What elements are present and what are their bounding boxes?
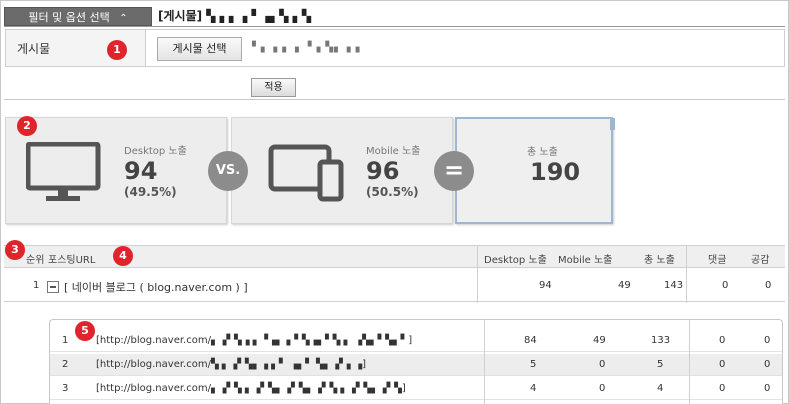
sub-row-url[interactable]: [http://blog.naver.com/▚ ▖▗▘▚▖▗ ▖▘ ▗▖▘ ▚… — [96, 359, 366, 370]
table-row[interactable]: 3 [http://blog.naver.com/▖▗▘▚ ▖▗▘▚▖▗▘▚▖▗… — [50, 378, 782, 400]
row-comments: 0 — [722, 280, 729, 291]
total-stat-card: 총 노출 190 — [455, 117, 613, 224]
row-likes: 0 — [765, 280, 772, 291]
sub-row-desktop: 4 — [530, 383, 537, 394]
sub-row-total: 4 — [657, 383, 664, 394]
header-total[interactable]: 총 노출 — [644, 251, 675, 266]
desktop-title: Desktop 노출 — [124, 146, 187, 157]
sub-row-likes: 0 — [764, 335, 771, 346]
tablet-phone-icon — [268, 144, 344, 202]
post-title: [게시물] ▚ ▖▖▗ ▘▗▖▚ ▖▚ — [158, 9, 312, 23]
row-group-label: [ 네이버 블로그 ( blog.naver.com ) ] — [64, 281, 248, 294]
sub-row-rank: 3 — [62, 383, 69, 394]
column-divider — [689, 319, 690, 404]
annotation-marker-1: 1 — [107, 40, 127, 60]
mobile-percent: (50.5%) — [366, 185, 419, 199]
equals-circle: = — [434, 151, 474, 191]
header-mobile[interactable]: Mobile 노출 — [558, 251, 612, 266]
row-mobile: 49 — [618, 280, 631, 291]
header-likes[interactable]: 공감 — [751, 251, 769, 266]
header-url[interactable]: 포스팅URL — [48, 251, 95, 266]
annotation-marker-4: 4 — [113, 246, 133, 266]
sub-row-mobile: 0 — [599, 359, 606, 370]
sub-row-likes: 0 — [764, 359, 771, 370]
mobile-stat-card: Mobile 노출 96 (50.5%) — [231, 117, 453, 224]
apply-button[interactable]: 적용 — [251, 78, 296, 97]
filter-options-tab[interactable]: 필터 및 옵션 선택 ⌃ — [4, 7, 152, 26]
total-value: 190 — [530, 158, 581, 186]
row-desktop: 94 — [539, 280, 552, 291]
card-corner-tab — [610, 118, 615, 130]
vs-circle: VS. — [208, 151, 248, 191]
annotation-marker-5: 5 — [75, 321, 95, 341]
table-row[interactable]: 1 [ 네이버 블로그 ( blog.naver.com ) ] 94 49 1… — [4, 269, 785, 302]
annotation-marker-2: 2 — [17, 116, 37, 136]
sub-row-desktop: 5 — [530, 359, 537, 370]
annotation-marker-3: 3 — [5, 240, 25, 260]
row-total: 143 — [664, 280, 684, 291]
column-divider — [484, 319, 485, 404]
table-row[interactable]: 2 [http://blog.naver.com/▚ ▖▗▘▚▖▗ ▖▘ ▗▖▘… — [50, 354, 782, 376]
filter-tab-label: 필터 및 옵션 선택 — [28, 11, 110, 24]
selected-post-text: ▘▖▗ ▖▗ ▝ ▖▚▖▗ ▖ — [252, 42, 365, 53]
sub-row-rank: 2 — [62, 359, 69, 370]
divider — [4, 99, 785, 100]
filter-label: 게시물 — [17, 42, 51, 56]
sub-row-comments: 0 — [719, 335, 726, 346]
sub-row-total: 133 — [651, 335, 671, 346]
sub-row-likes: 0 — [764, 383, 771, 394]
header-rank[interactable]: 순위 — [26, 251, 44, 266]
sub-row-rank: 1 — [62, 335, 69, 346]
desktop-stat-card: Desktop 노출 94 (49.5%) — [5, 117, 227, 224]
mobile-title: Mobile 노출 — [366, 146, 421, 157]
sub-row-comments: 0 — [719, 383, 726, 394]
chevron-up-icon: ⌃ — [119, 13, 128, 24]
select-post-button[interactable]: 게시물 선택 — [157, 37, 242, 61]
sub-row-mobile: 0 — [599, 383, 606, 394]
sub-row-total: 5 — [657, 359, 664, 370]
desktop-percent: (49.5%) — [124, 185, 177, 199]
collapse-minus-icon[interactable] — [47, 281, 59, 293]
desktop-value: 94 — [124, 157, 158, 185]
sub-row-desktop: 84 — [524, 335, 537, 346]
sub-row-mobile: 49 — [593, 335, 606, 346]
table-row[interactable]: 1 [http://blog.naver.com/▖▗▘▚▗ ▖▝▗▖ ▖▘▚▗… — [50, 330, 782, 352]
sub-row-url[interactable]: [http://blog.naver.com/▖▗▘▚▗ ▖▝▗▖ ▖▘▚▗▖▘… — [96, 335, 412, 346]
total-title: 총 노출 — [527, 147, 558, 158]
desktop-monitor-icon — [26, 142, 101, 201]
divider — [4, 26, 785, 27]
header-comments[interactable]: 댓글 — [708, 251, 726, 266]
mobile-value: 96 — [366, 157, 400, 185]
header-desktop[interactable]: Desktop 노출 — [484, 251, 547, 266]
sub-row-url[interactable]: [http://blog.naver.com/▖▗▘▚ ▖▗▘▚▖▗▘▚▖▗▘▚… — [96, 383, 406, 394]
sub-row-comments: 0 — [719, 359, 726, 370]
row-rank: 1 — [33, 280, 40, 291]
